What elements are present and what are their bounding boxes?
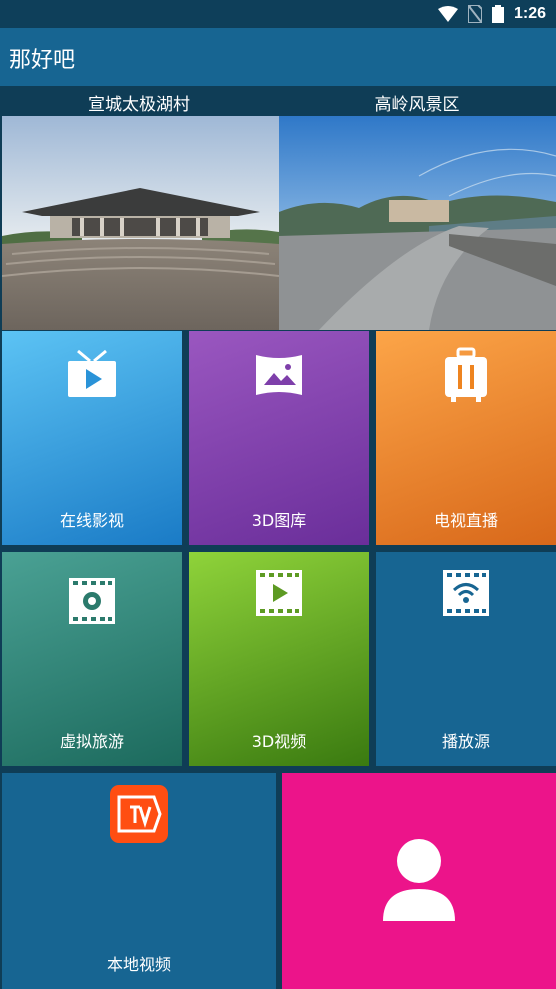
banner-image-taiji-lake[interactable] bbox=[2, 116, 279, 330]
tile-label: 电视直播 bbox=[433, 511, 498, 530]
suitcase-icon bbox=[445, 347, 487, 402]
tile-3d-video[interactable]: 3D视频 bbox=[189, 552, 369, 766]
banner-captions: 宣城太极湖村 高岭风景区 bbox=[0, 86, 556, 116]
banner-caption-left: 宣城太极湖村 bbox=[88, 95, 190, 115]
user-icon bbox=[383, 839, 455, 921]
banner-image-gaoling[interactable] bbox=[279, 116, 556, 330]
panorama-scenery-image bbox=[279, 116, 556, 330]
tile-virtual-tour[interactable]: 虚拟旅游 bbox=[2, 552, 182, 766]
tile-local-video[interactable]: 本地视频 bbox=[2, 773, 276, 989]
tile-label: 在线影视 bbox=[59, 511, 124, 530]
film-play-icon bbox=[256, 570, 302, 616]
panorama-building-image bbox=[2, 116, 279, 330]
app-title: 那好吧 bbox=[9, 48, 76, 73]
tv-play-icon bbox=[68, 349, 116, 397]
tile-label: 虚拟旅游 bbox=[59, 732, 124, 751]
film-wifi-icon bbox=[443, 570, 489, 616]
tile-label: 播放源 bbox=[441, 732, 490, 751]
status-icons: 1:26 bbox=[437, 4, 546, 24]
no-sim-icon bbox=[467, 5, 482, 23]
status-time: 1:26 bbox=[513, 5, 546, 22]
battery-icon bbox=[491, 5, 504, 23]
tv-logo-icon bbox=[110, 785, 168, 843]
status-bar: 1:26 bbox=[0, 0, 556, 28]
film-globe-icon bbox=[69, 578, 115, 624]
panorama-icon bbox=[256, 355, 302, 395]
tile-label: 3D图库 bbox=[251, 511, 307, 530]
tile-play-source[interactable]: 播放源 bbox=[376, 552, 556, 766]
tile-online-video[interactable]: 在线影视 bbox=[2, 331, 182, 545]
tile-tv-live[interactable]: 电视直播 bbox=[376, 331, 556, 545]
tile-3d-gallery[interactable]: 3D图库 bbox=[189, 331, 369, 545]
wifi-icon bbox=[437, 6, 458, 22]
tile-label: 3D视频 bbox=[251, 732, 307, 751]
tile-user-profile[interactable] bbox=[282, 773, 556, 989]
banner-caption-right: 高岭风景区 bbox=[374, 95, 460, 115]
app-bar: 那好吧 bbox=[0, 28, 556, 86]
tile-label: 本地视频 bbox=[106, 955, 171, 974]
